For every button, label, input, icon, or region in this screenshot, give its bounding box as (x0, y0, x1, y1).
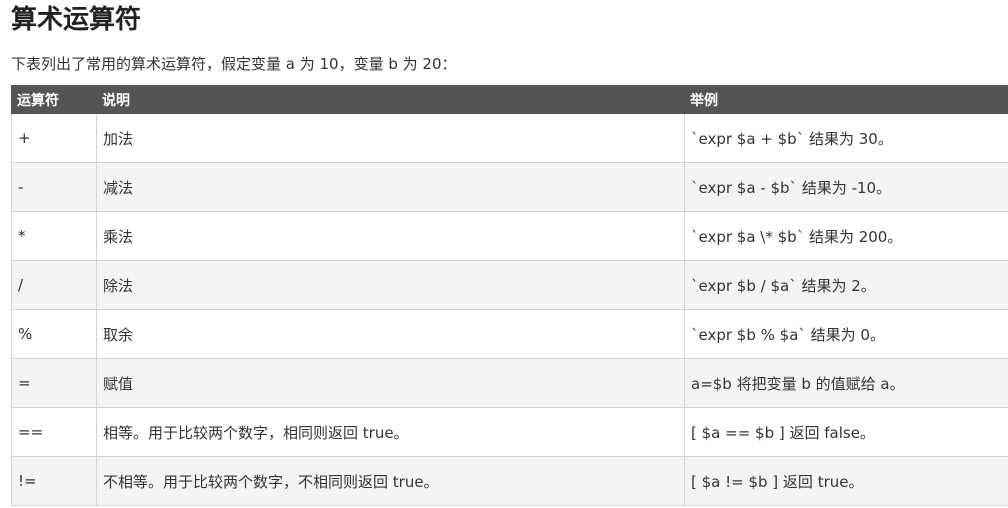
description-cell: 取余 (96, 309, 685, 359)
operator-cell: != (11, 456, 97, 506)
example-cell: `expr $a \* $b` 结果为 200。 (684, 211, 1008, 261)
table-row: / 除法 `expr $b / $a` 结果为 2。 (11, 260, 1008, 310)
example-cell: [ $a != $b ] 返回 true。 (684, 456, 1008, 506)
operator-cell: * (11, 211, 97, 261)
table-row: == 相等。用于比较两个数字，相同则返回 true。 [ $a == $b ] … (11, 407, 1008, 457)
operator-cell: - (11, 162, 97, 212)
description-cell: 减法 (96, 162, 685, 212)
example-cell: `expr $a + $b` 结果为 30。 (684, 113, 1008, 163)
table-header-row: 运算符 说明 举例 (11, 85, 1008, 114)
description-cell: 赋值 (96, 358, 685, 408)
intro-text: 下表列出了常用的算术运算符，假定变量 a 为 10，变量 b 为 20： (11, 55, 457, 73)
table-row: + 加法 `expr $a + $b` 结果为 30。 (11, 113, 1008, 163)
example-cell: `expr $b / $a` 结果为 2。 (684, 260, 1008, 310)
table-row: - 减法 `expr $a - $b` 结果为 -10。 (11, 162, 1008, 212)
description-cell: 除法 (96, 260, 685, 310)
operator-cell: % (11, 309, 97, 359)
example-cell: a=$b 将把变量 b 的值赋给 a。 (684, 358, 1008, 408)
table-row: * 乘法 `expr $a \* $b` 结果为 200。 (11, 211, 1008, 261)
description-cell: 乘法 (96, 211, 685, 261)
description-cell: 相等。用于比较两个数字，相同则返回 true。 (96, 407, 685, 457)
operator-cell: + (11, 113, 97, 163)
operators-table: 运算符 说明 举例 + 加法 `expr $a + $b` 结果为 30。 - … (11, 85, 1008, 506)
example-cell: `expr $b % $a` 结果为 0。 (684, 309, 1008, 359)
header-example: 举例 (684, 85, 1008, 114)
operator-cell: / (11, 260, 97, 310)
description-cell: 不相等。用于比较两个数字，不相同则返回 true。 (96, 456, 685, 506)
example-cell: [ $a == $b ] 返回 false。 (684, 407, 1008, 457)
header-description: 说明 (96, 85, 685, 114)
table-row: = 赋值 a=$b 将把变量 b 的值赋给 a。 (11, 358, 1008, 408)
table-row: % 取余 `expr $b % $a` 结果为 0。 (11, 309, 1008, 359)
operator-cell: = (11, 358, 97, 408)
page-title: 算术运算符 (11, 5, 142, 35)
header-operator: 运算符 (11, 85, 97, 114)
example-cell: `expr $a - $b` 结果为 -10。 (684, 162, 1008, 212)
table-row: != 不相等。用于比较两个数字，不相同则返回 true。 [ $a != $b … (11, 456, 1008, 506)
operator-cell: == (11, 407, 97, 457)
description-cell: 加法 (96, 113, 685, 163)
